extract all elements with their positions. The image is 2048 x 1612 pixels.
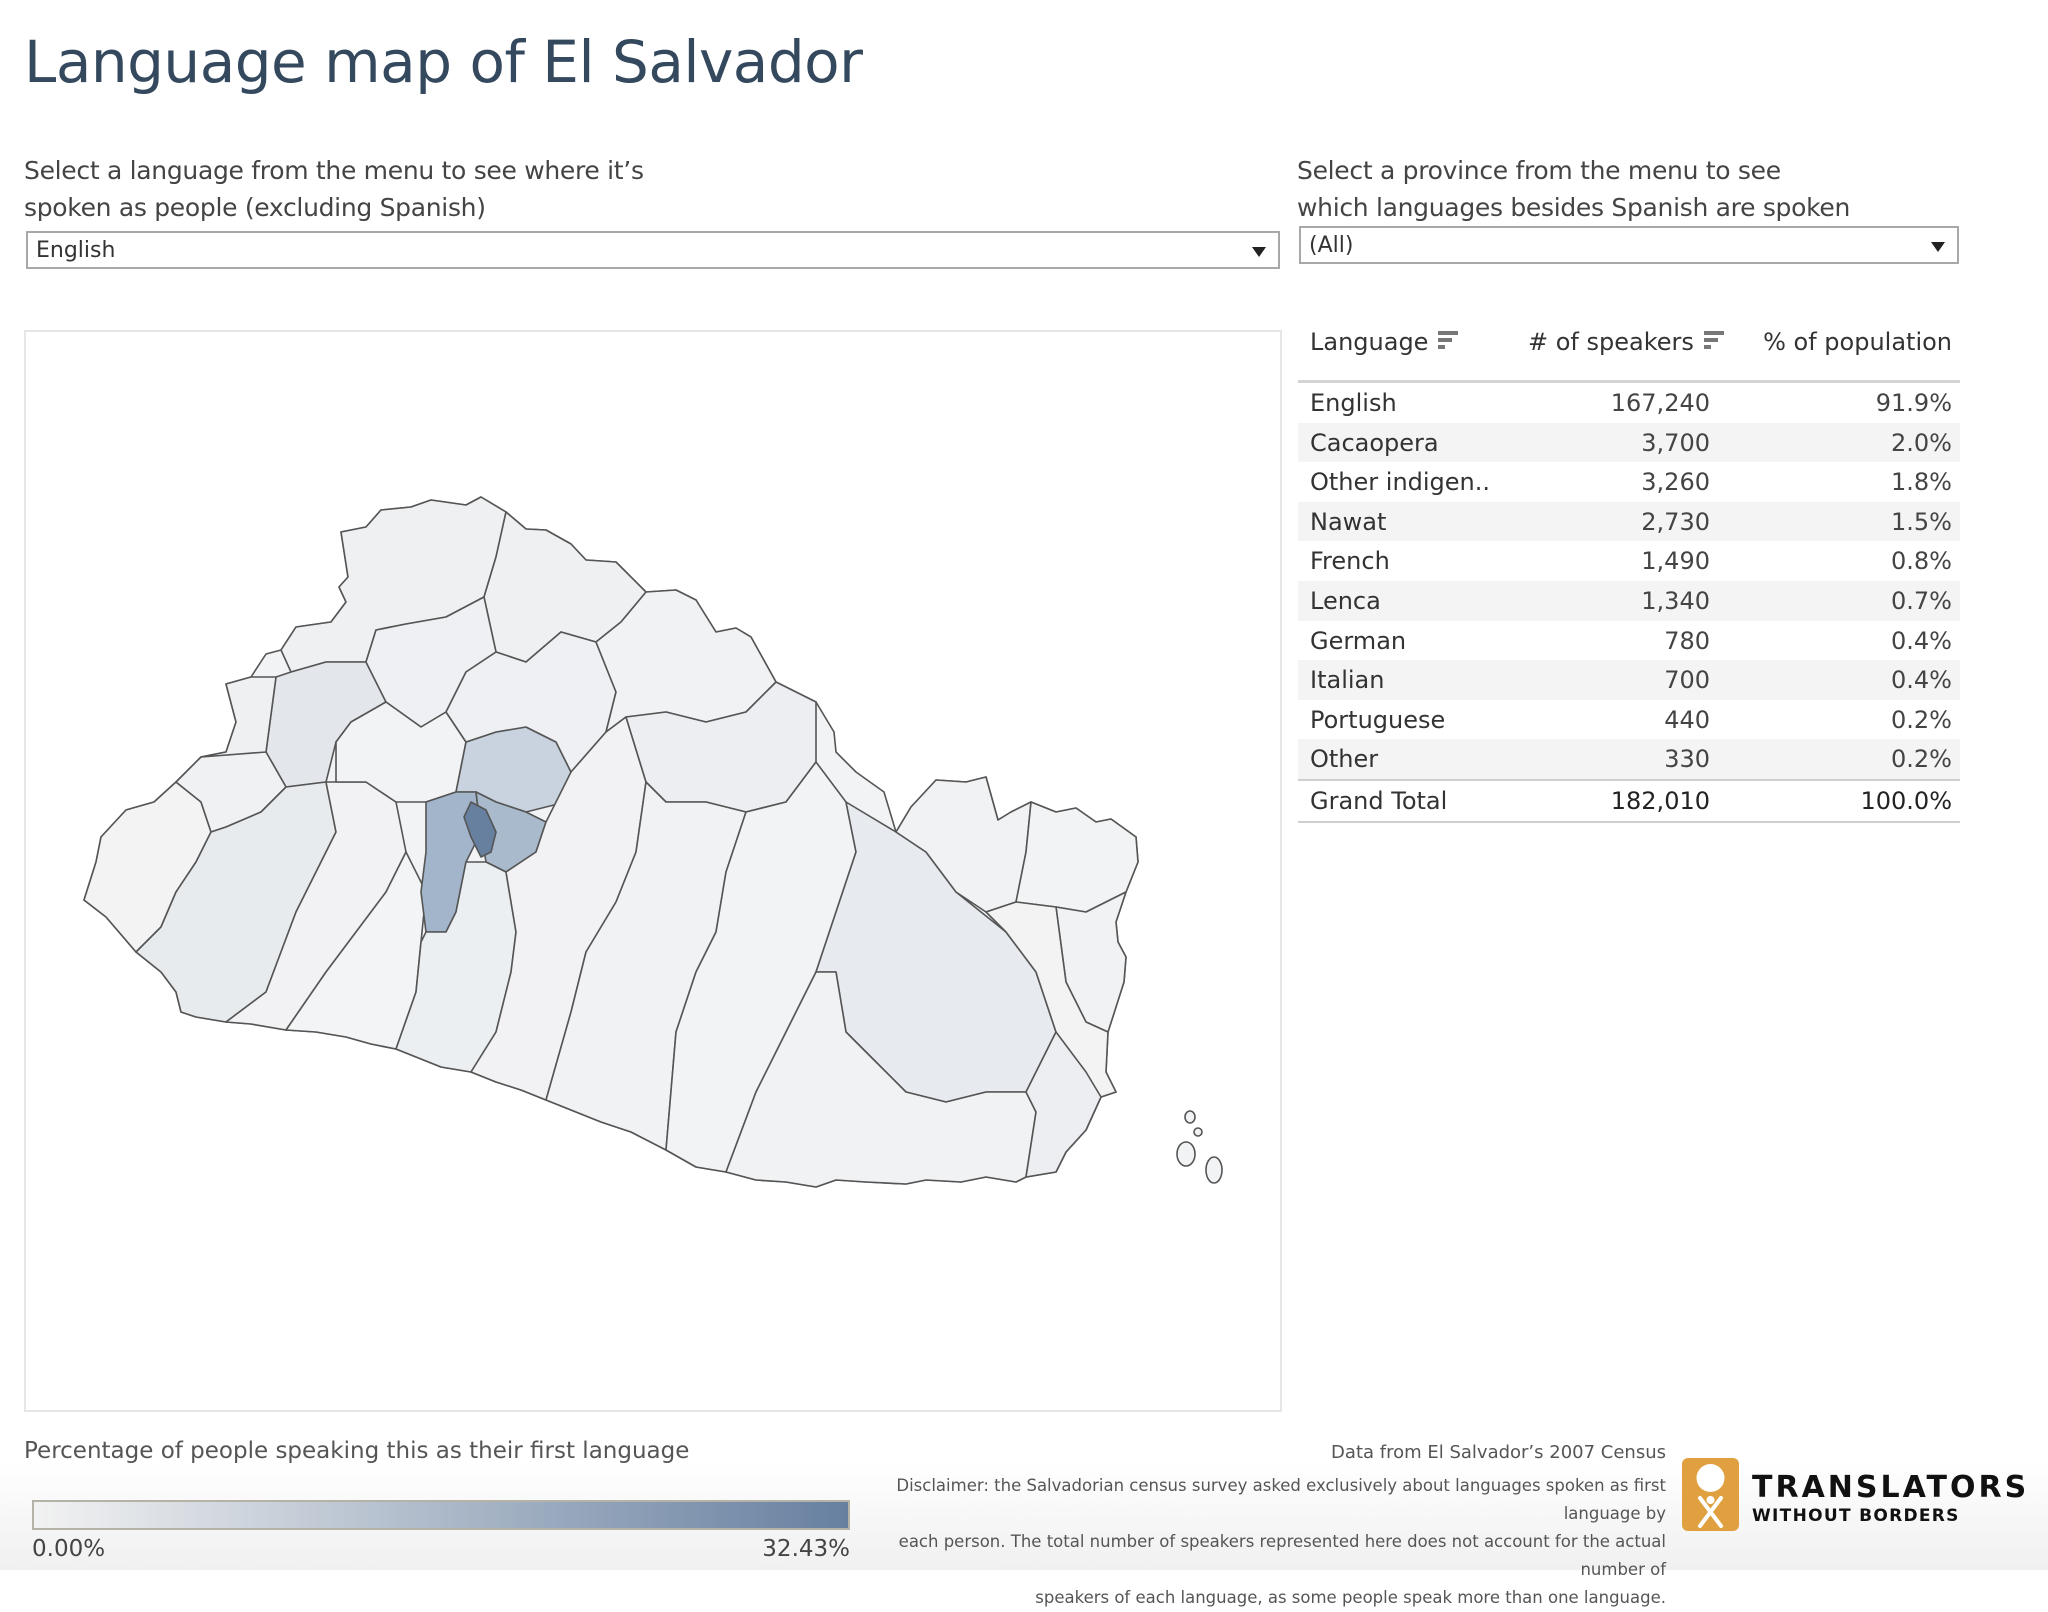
row-percent: 0.7% [1891, 586, 1952, 615]
row-percent: 1.8% [1891, 468, 1952, 497]
language-dropdown-value: English [36, 238, 116, 263]
table-row[interactable]: Portuguese 440 0.2% [1298, 700, 1960, 740]
data-source-note: Data from El Salvador’s 2007 Census [1331, 1442, 1666, 1463]
table-header: Language # of speakers % of population [1298, 318, 1960, 383]
row-language: Lenca [1310, 586, 1381, 615]
column-header-speakers-label: # of speakers [1528, 328, 1694, 356]
island-3 [1184, 1110, 1196, 1124]
row-speakers: 330 [1664, 745, 1710, 774]
language-filter-label: Select a language from the menu to see w… [24, 152, 644, 226]
row-percent: 2.0% [1891, 428, 1952, 457]
disclaimer-line: each person. The total number of speaker… [898, 1532, 1666, 1579]
province-filter-label-line-1: Select a province from the menu to see [1297, 156, 1781, 185]
logo-mark-icon [1682, 1458, 1739, 1531]
logo-text-line-2: WITHOUT BORDERS [1752, 1506, 1960, 1526]
row-percent: 1.5% [1891, 507, 1952, 536]
column-header-percent[interactable]: % of population [1763, 328, 1952, 356]
legend-title: Percentage of people speaking this as th… [24, 1438, 690, 1464]
table-total-row: Grand Total 182,010 100.0% [1298, 778, 1960, 823]
chevron-down-icon[interactable] [1931, 242, 1945, 252]
province-dropdown[interactable]: (All) [1299, 226, 1959, 264]
row-language: Italian [1310, 666, 1385, 695]
table-row[interactable]: German 780 0.4% [1298, 621, 1960, 661]
row-speakers: 700 [1664, 666, 1710, 695]
row-speakers: 2,730 [1641, 507, 1710, 536]
disclaimer-line: Disclaimer: the Salvadorian census surve… [896, 1476, 1666, 1523]
sort-icon[interactable] [1703, 329, 1726, 351]
row-language: Other [1310, 745, 1379, 774]
disclaimer: Disclaimer: the Salvadorian census surve… [846, 1472, 1666, 1612]
table-row[interactable]: Nawat 2,730 1.5% [1298, 501, 1960, 542]
sort-icon[interactable] [1438, 329, 1460, 351]
table-row[interactable]: Cacaopera 3,700 2.0% [1298, 422, 1960, 463]
column-header-language[interactable]: Language [1310, 328, 1460, 356]
language-filter-label-line-1: Select a language from the menu to see w… [24, 156, 644, 185]
languages-table: Language # of speakers % of population E… [1298, 318, 1960, 823]
table-row[interactable]: English 167,240 91.9% [1298, 383, 1960, 423]
row-percent: 0.2% [1891, 705, 1952, 734]
province-filter-label-line-2: which languages besides Spanish are spok… [1297, 193, 1851, 222]
chevron-down-icon[interactable] [1252, 247, 1266, 257]
row-speakers: 1,490 [1641, 547, 1710, 576]
table-row[interactable]: Other indigen.. 3,260 1.8% [1298, 462, 1960, 502]
row-language: English [1310, 389, 1397, 417]
row-speakers: 3,700 [1641, 428, 1710, 457]
language-dropdown[interactable]: English [26, 231, 1280, 269]
table-row[interactable]: Lenca 1,340 0.7% [1298, 580, 1960, 621]
map-panel[interactable] [24, 330, 1282, 1412]
row-percent: 0.2% [1891, 745, 1952, 774]
color-legend-bar [32, 1500, 850, 1530]
language-filter-label-line-2: spoken as people (excluding Spanish) [24, 193, 486, 222]
row-speakers: 780 [1664, 626, 1710, 655]
column-header-speakers[interactable]: # of speakers [1528, 328, 1726, 356]
table-body: English 167,240 91.9% Cacaopera 3,700 2.0% Oth… [1298, 383, 1960, 779]
row-language: Portuguese [1310, 705, 1446, 734]
translators-without-borders-logo[interactable]: TRANSLATORS WITHOUT BORDERS [1682, 1458, 2026, 1534]
row-language: Other indigen.. [1310, 468, 1491, 497]
row-language: Cacaopera [1310, 428, 1439, 457]
row-percent: 0.4% [1891, 626, 1952, 655]
row-percent: 0.4% [1891, 666, 1952, 695]
row-language: French [1310, 547, 1390, 576]
row-percent: 91.9% [1875, 389, 1952, 417]
legend-min-label: 0.00% [32, 1536, 106, 1562]
total-speakers: 182,010 [1610, 786, 1710, 815]
row-language: German [1310, 626, 1407, 655]
row-speakers: 3,260 [1641, 468, 1710, 497]
logo-text-line-1: TRANSLATORS [1752, 1470, 2030, 1505]
total-label: Grand Total [1310, 786, 1448, 815]
island-4 [1193, 1127, 1203, 1137]
disclaimer-line: speakers of each language, as some peopl… [1035, 1588, 1666, 1607]
table-row[interactable]: French 1,490 0.8% [1298, 541, 1960, 581]
row-speakers: 167,240 [1610, 389, 1710, 417]
table-row[interactable]: Other 330 0.2% [1298, 739, 1960, 779]
island-1 [1176, 1141, 1196, 1167]
total-percent: 100.0% [1860, 786, 1952, 815]
row-language: Nawat [1310, 507, 1387, 536]
el-salvador-map[interactable] [26, 332, 1284, 1414]
province-filter-label: Select a province from the menu to see w… [1297, 152, 1850, 226]
row-speakers: 440 [1664, 705, 1710, 734]
island-2 [1205, 1156, 1223, 1184]
column-header-language-label: Language [1310, 328, 1429, 356]
page-title: Language map of El Salvador [24, 28, 863, 96]
row-percent: 0.8% [1891, 547, 1952, 576]
region-west-3 [200, 676, 277, 758]
legend-max-label: 32.43% [762, 1536, 850, 1562]
row-speakers: 1,340 [1641, 586, 1710, 615]
province-dropdown-value: (All) [1309, 233, 1354, 258]
table-row[interactable]: Italian 700 0.4% [1298, 660, 1960, 700]
